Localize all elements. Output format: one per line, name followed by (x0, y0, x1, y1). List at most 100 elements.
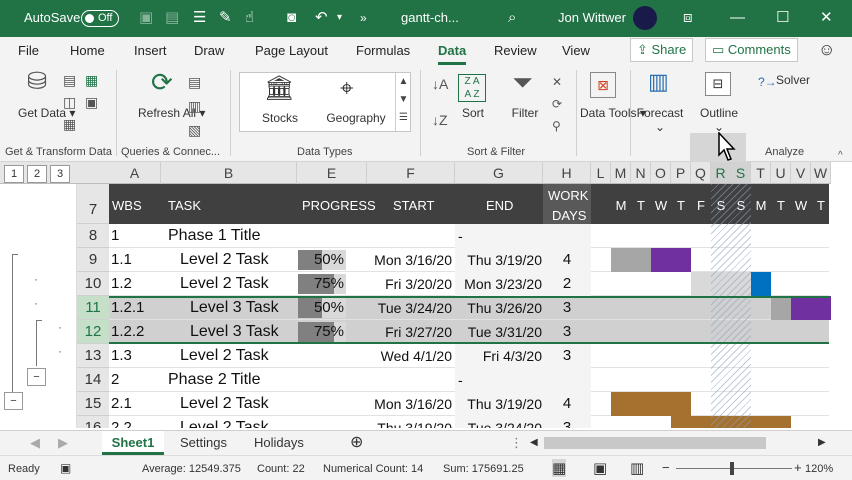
column-header-e[interactable]: E (297, 162, 367, 184)
cell-start[interactable]: Mon 3/16/20 (362, 392, 452, 416)
camera-icon[interactable]: ◙ (287, 9, 296, 27)
column-header-m[interactable]: M (611, 162, 631, 184)
tab-review[interactable]: Review (494, 43, 537, 58)
cell-progress[interactable] (300, 344, 344, 368)
existing-connections-icon[interactable]: ▣ (85, 92, 98, 112)
cell-end[interactable]: - (458, 224, 542, 248)
sheet-tab-sheet1[interactable]: Sheet1 (102, 431, 164, 455)
normal-view-icon[interactable]: ▦ (552, 459, 567, 477)
worksheet[interactable]: 1 2 3 ABEFGHLMNOPQRSTUVW · · · · − − 7 WB… (0, 162, 852, 428)
cell-progress[interactable] (300, 224, 344, 248)
refresh-all-button[interactable]: Refresh All ▾ (138, 106, 205, 120)
prev-sheet-icon[interactable]: ◀ (30, 431, 40, 455)
column-header-w[interactable]: W (811, 162, 831, 184)
collapse-level2-button[interactable]: − (27, 368, 46, 386)
sort-za-icon[interactable]: ↓Z (432, 110, 448, 130)
gallery-scroll[interactable]: ▲ ▼ ☰ (395, 73, 411, 131)
column-header-q[interactable]: Q (691, 162, 711, 184)
save-icon[interactable]: ▣ (139, 9, 153, 27)
sheet-tab-holidays[interactable]: Holidays (254, 431, 304, 455)
row-header-8[interactable]: 8 (77, 224, 109, 248)
cell-wbs[interactable]: 2.2 (111, 416, 132, 428)
undo-icon[interactable]: ↶ (315, 9, 328, 27)
ribbon-display-icon[interactable]: ⧈ (683, 9, 693, 27)
row-header-9[interactable]: 9 (77, 248, 109, 272)
hscroll-right-icon[interactable]: ▶ (818, 431, 826, 455)
undo-dropdown-icon[interactable]: ▾ (337, 9, 342, 27)
cell-wbs[interactable]: 2.1 (111, 392, 132, 416)
cell-wbs[interactable]: 1.1 (111, 248, 132, 272)
cell-task[interactable]: Phase 1 Title (168, 224, 261, 248)
column-header-h[interactable]: H (543, 162, 591, 184)
from-text-icon[interactable]: ▤ (63, 70, 76, 90)
sort-az-icon[interactable]: ↓A (432, 74, 448, 94)
cell-start[interactable]: Mon 3/16/20 (362, 248, 452, 272)
solver-button[interactable]: Solver (776, 73, 810, 87)
properties-icon[interactable]: ▥ (188, 96, 201, 116)
cell-end[interactable]: Tue 3/24/20 (458, 416, 542, 428)
user-name[interactable]: Jon Wittwer (558, 10, 626, 25)
cell-workdays[interactable] (543, 224, 591, 248)
cell-end[interactable]: Mon 3/23/20 (458, 272, 542, 296)
macro-record-icon[interactable]: ▣ (60, 461, 71, 475)
hscroll-thumb[interactable] (544, 437, 766, 449)
form-icon[interactable]: ☰ (193, 9, 206, 27)
minimize-icon[interactable]: — (730, 9, 745, 27)
cell-end[interactable]: Fri 4/3/20 (458, 344, 542, 368)
sort-button[interactable]: Sort (455, 106, 491, 120)
row-header-10[interactable]: 10 (77, 272, 109, 296)
column-header-f[interactable]: F (367, 162, 455, 184)
zoom-thumb[interactable] (730, 462, 734, 475)
tab-page-layout[interactable]: Page Layout (255, 43, 328, 58)
tab-formulas[interactable]: Formulas (356, 43, 410, 58)
row-header-7[interactable]: 7 (77, 184, 109, 224)
outline-level-3[interactable]: 3 (50, 165, 70, 183)
cell-end[interactable]: Thu 3/19/20 (458, 392, 542, 416)
from-table-icon[interactable]: ▦ (63, 114, 76, 134)
cell-end[interactable]: Thu 3/19/20 (458, 248, 542, 272)
zoom-slider[interactable] (676, 468, 792, 469)
outline-button[interactable]: Outline ⌄ (693, 106, 745, 134)
close-icon[interactable]: ✕ (820, 9, 833, 27)
row-header-12[interactable]: 12 (77, 320, 109, 344)
search-icon[interactable]: ⌕ (508, 9, 516, 27)
maximize-icon[interactable]: ☐ (776, 9, 789, 27)
edit-icon[interactable]: ✎ (219, 9, 232, 27)
tab-split-handle[interactable]: ⋮ (510, 431, 523, 455)
cell-workdays[interactable]: 3 (543, 416, 591, 428)
cell-wbs[interactable]: 1.2 (111, 272, 132, 296)
column-header-s[interactable]: S (731, 162, 751, 184)
column-header-a[interactable]: A (109, 162, 161, 184)
row-header-11[interactable]: 11 (77, 296, 109, 320)
cell-task[interactable]: Level 2 Task (180, 416, 269, 428)
column-header-p[interactable]: P (671, 162, 691, 184)
tab-file[interactable]: File (18, 43, 39, 58)
comments-button[interactable]: ▭ Comments (705, 38, 798, 62)
collapse-level1-button[interactable]: − (4, 392, 23, 410)
avatar[interactable] (633, 6, 657, 30)
zoom-in-icon[interactable]: + (794, 460, 802, 475)
tab-home[interactable]: Home (70, 43, 105, 58)
cell-start[interactable]: Wed 4/1/20 (362, 344, 452, 368)
cell-progress[interactable] (300, 392, 344, 416)
cell-task[interactable]: Level 2 Task (180, 344, 269, 368)
cell-wbs[interactable]: 1 (111, 224, 119, 248)
cell-end[interactable]: - (458, 368, 542, 392)
cell-task[interactable]: Phase 2 Title (168, 368, 261, 392)
tab-view[interactable]: View (562, 43, 590, 58)
cell-workdays[interactable]: 3 (543, 344, 591, 368)
clear-filter-icon[interactable]: ✕ (552, 72, 562, 92)
cell-wbs[interactable]: 1.3 (111, 344, 132, 368)
tab-data[interactable]: Data (438, 43, 467, 65)
reapply-icon[interactable]: ⟳ (552, 94, 562, 114)
sheet-tab-settings[interactable]: Settings (180, 431, 227, 455)
row-header-14[interactable]: 14 (77, 368, 109, 392)
touch-icon[interactable]: ☝ (245, 9, 254, 27)
zoom-level[interactable]: 120% (805, 463, 833, 475)
edit-links-icon[interactable]: ▧ (188, 120, 201, 140)
cell-task[interactable]: Level 2 Task (180, 392, 269, 416)
excel-doc-icon[interactable]: ▤ (165, 9, 179, 27)
get-data-button[interactable]: Get Data ▾ (18, 106, 75, 120)
stocks-button[interactable]: Stocks (248, 111, 312, 125)
cell-workdays[interactable]: 4 (543, 248, 591, 272)
